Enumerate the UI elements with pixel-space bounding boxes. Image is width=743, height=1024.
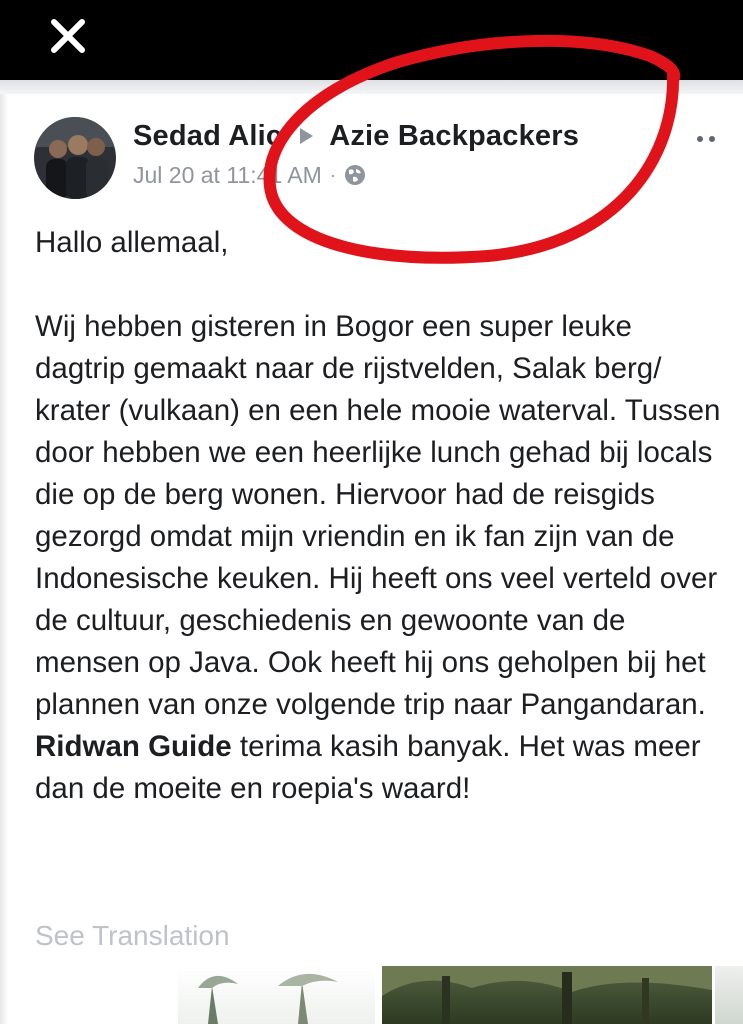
photo-image <box>382 966 712 1024</box>
avatar-photo <box>34 117 116 199</box>
group-name[interactable]: Azie Backpackers <box>329 120 579 153</box>
post-timestamp[interactable]: Jul 20 at 11:41 AM <box>133 162 322 189</box>
author-line: Sedad Alic Azie Backpackers <box>133 116 579 156</box>
author-name[interactable]: Sedad Alic <box>133 120 282 153</box>
mention-link[interactable]: Ridwan Guide <box>35 730 232 763</box>
viewer-top-bar <box>0 0 743 80</box>
shared-to-arrow-icon <box>300 128 314 144</box>
post-meta: Jul 20 at 11:41 AM · <box>133 160 366 190</box>
meta-separator: · <box>329 164 336 185</box>
more-dot <box>709 136 715 142</box>
see-translation-link[interactable]: See Translation <box>35 920 230 952</box>
photo-image <box>198 973 338 1024</box>
globe-icon <box>344 165 365 185</box>
post-main-text: Wij hebben gisteren in Bogor een super l… <box>35 310 721 721</box>
more-dot <box>697 136 703 142</box>
photo-thumbnail[interactable] <box>382 966 712 1024</box>
post-paragraph: Wij hebben gisteren in Bogor een super l… <box>35 306 725 810</box>
post: Sedad Alic Azie Backpackers Jul 20 at 11… <box>0 94 743 1024</box>
more-options-button[interactable] <box>681 124 731 154</box>
post-body: Hallo allemaal, Wij hebben gisteren in B… <box>35 222 725 810</box>
photo-thumbnail[interactable] <box>715 966 743 1024</box>
photo-thumbnail[interactable] <box>178 966 375 1024</box>
avatar[interactable] <box>34 117 116 199</box>
close-icon <box>51 19 85 53</box>
close-button[interactable] <box>40 8 96 64</box>
post-greeting: Hallo allemaal, <box>35 226 229 259</box>
top-bar-shadow <box>0 80 743 94</box>
